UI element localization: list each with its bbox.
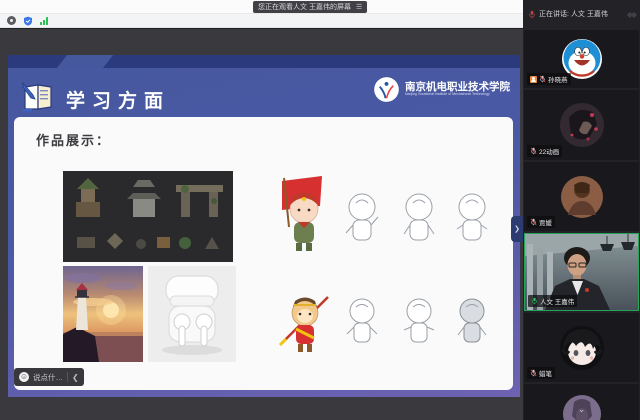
name-chip: 孙晓燕	[527, 73, 571, 85]
security-shield-icon[interactable]	[23, 16, 33, 26]
quick-chat-pill[interactable]: ☺ 说点什… ❮	[14, 368, 84, 386]
muted-mic-icon	[530, 369, 537, 377]
meeting-info-icon[interactable]	[7, 16, 16, 25]
top-banner-bar: 您正在观看人文 王嘉伟的屏幕 ☰	[0, 0, 523, 14]
sidebar-collapse-handle[interactable]: ❯	[511, 216, 523, 242]
artwork-airpods-photo	[148, 266, 236, 362]
artwork-3d-environment-renders	[63, 171, 233, 262]
muted-mic-icon	[530, 147, 537, 155]
participant-name: 孙晓燕	[548, 74, 568, 84]
school-name-en: Nanjing Vocational Institute of Mechatro…	[405, 93, 510, 97]
participant-name: 22动画	[539, 146, 559, 156]
layout-toggle-icon[interactable]: ◆◆	[627, 10, 635, 19]
slide-title: 学习方面	[66, 86, 170, 113]
muted-mic-icon	[539, 75, 546, 83]
chat-placeholder[interactable]: 说点什…	[33, 372, 63, 383]
avatar	[559, 102, 605, 148]
avatar	[559, 325, 605, 371]
participant-tile[interactable]: 孙晓燕	[524, 30, 639, 88]
network-signal-icon[interactable]	[40, 17, 48, 25]
collapse-chat-icon[interactable]: ❮	[72, 373, 79, 382]
name-chip: 人文 王嘉伟	[528, 295, 577, 307]
participant-tile[interactable]	[524, 384, 639, 420]
speaking-header: 正在讲话: 人文 王嘉伟 ◆◆	[523, 0, 640, 28]
participant-tile-speaking[interactable]: 人文 王嘉伟	[524, 233, 639, 311]
participant-name: 蜡笔	[539, 368, 552, 378]
screen-share-view: 学习方面 南京机电职业技术学院 Nanjing Vocational Insti…	[0, 29, 523, 420]
watching-banner[interactable]: 您正在观看人文 王嘉伟的屏幕 ☰	[253, 1, 367, 13]
participant-name: 人文 王嘉伟	[540, 296, 574, 306]
name-chip: 贾媛	[527, 216, 555, 228]
artwork-character-sheet-monkey-king	[272, 281, 500, 369]
chat-pill-divider	[67, 372, 68, 382]
slide-top-strip	[8, 55, 520, 68]
status-toolbar	[0, 14, 523, 28]
speaking-label: 正在讲话: 人文 王嘉伟	[539, 9, 608, 19]
chevron-right-icon: ❯	[514, 225, 520, 233]
member-role-icon	[530, 76, 537, 83]
school-logo: 南京机电职业技术学院 Nanjing Vocational Institute …	[373, 76, 510, 103]
participant-tile[interactable]: 贾媛	[524, 162, 639, 231]
muted-mic-icon	[530, 218, 537, 226]
speaking-mic-icon	[528, 10, 536, 19]
slide-content-card: 作品展示：	[14, 117, 513, 390]
scroll-down-icon[interactable]: ⌄	[578, 406, 586, 412]
participant-tile[interactable]: 蜡笔	[524, 313, 639, 382]
notebook-pen-icon	[21, 81, 57, 118]
banner-menu-icon[interactable]: ☰	[356, 3, 362, 11]
school-logo-icon	[373, 76, 400, 103]
artwork-character-sheet-soldier	[272, 173, 500, 265]
works-section-label: 作品展示：	[36, 130, 111, 149]
participant-name: 贾媛	[539, 217, 552, 227]
artwork-lighthouse-painting	[63, 266, 143, 362]
meeting-window: 您正在观看人文 王嘉伟的屏幕 ☰	[0, 0, 640, 420]
presentation-slide: 学习方面 南京机电职业技术学院 Nanjing Vocational Insti…	[8, 55, 520, 397]
name-chip: 22动画	[527, 145, 562, 157]
screen-share-column: 您正在观看人文 王嘉伟的屏幕 ☰	[0, 0, 523, 420]
name-chip: 蜡笔	[527, 367, 555, 379]
active-mic-icon	[531, 297, 538, 305]
watching-banner-text: 您正在观看人文 王嘉伟的屏幕	[258, 2, 351, 12]
participants-sidebar: 正在讲话: 人文 王嘉伟 ◆◆	[523, 0, 640, 420]
participant-tile[interactable]: 22动画	[524, 90, 639, 160]
emoji-icon[interactable]: ☺	[19, 372, 29, 382]
avatar	[560, 175, 604, 219]
